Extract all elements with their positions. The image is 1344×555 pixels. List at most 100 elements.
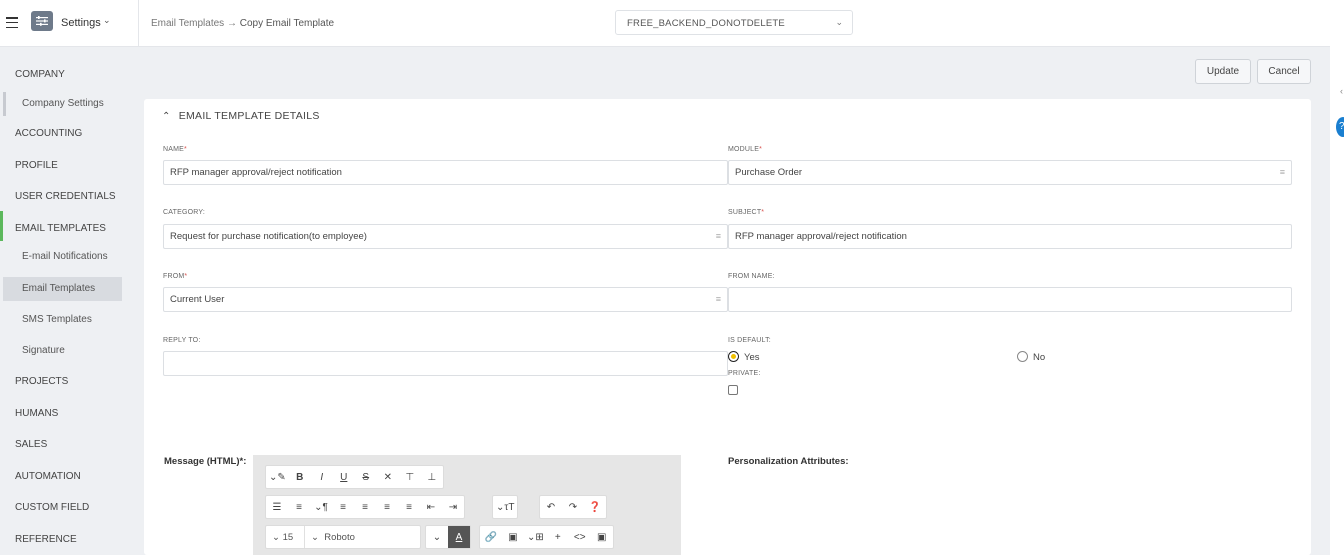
table-icon[interactable]: ⌄⊞ <box>524 526 547 548</box>
top-bar: Settings ⌄ Email Templates → Copy Email … <box>0 0 1330 47</box>
align-right-icon[interactable]: ≡ <box>376 496 398 518</box>
superscript-icon[interactable]: ⊤ <box>399 466 421 488</box>
chevron-down-icon[interactable]: ⌄ <box>103 15 111 26</box>
color-dropdown-icon[interactable]: ⌄ <box>426 526 448 548</box>
cancel-button[interactable]: Cancel <box>1257 59 1311 84</box>
from-value: Current User <box>170 294 225 305</box>
subject-field[interactable]: RFP manager approval/reject notification <box>728 224 1292 249</box>
message-html-label: Message (HTML)*: <box>164 456 247 467</box>
outdent-icon[interactable]: ⇤ <box>420 496 442 518</box>
sidebar-item-profile[interactable]: PROFILE <box>0 154 138 178</box>
sidebar-item-email-templates-sub[interactable]: Email Templates <box>3 277 122 301</box>
unordered-list-icon[interactable]: ☰ <box>266 496 288 518</box>
sidebar-item-sms-templates[interactable]: SMS Templates <box>3 308 122 332</box>
undo-icon[interactable]: ↶ <box>540 496 562 518</box>
email-template-details-panel: ⌃ EMAIL TEMPLATE DETAILS NAME* RFP manage… <box>144 99 1311 555</box>
private-label: PRIVATE: <box>728 370 761 377</box>
help-icon[interactable]: ❓ <box>584 496 606 518</box>
link-icon[interactable]: 🔗 <box>480 526 502 548</box>
toolbar-group-format: ⌄✎ B I U S ✕ ⊤ ⊥ <box>265 465 444 489</box>
breadcrumb-arrow-icon: → <box>226 18 237 29</box>
update-button[interactable]: Update <box>1195 59 1251 84</box>
chevron-down-icon: ⌄ <box>835 17 843 27</box>
select-handle-icon: ≡ <box>715 294 721 304</box>
subject-label: SUBJECT* <box>728 209 765 216</box>
sidebar-item-projects[interactable]: PROJECTS <box>0 370 138 394</box>
sidebar-item-email-templates[interactable]: EMAIL TEMPLATES <box>0 211 138 241</box>
code-view-icon[interactable]: <> <box>569 526 591 548</box>
fullscreen-icon[interactable]: ▣ <box>591 526 613 548</box>
section-title: EMAIL TEMPLATE DETAILS <box>178 110 320 122</box>
chevron-up-icon[interactable]: ⌃ <box>162 111 171 122</box>
redo-icon[interactable]: ↷ <box>562 496 584 518</box>
underline-button[interactable]: U <box>333 466 355 488</box>
right-edge-strip <box>1330 0 1344 555</box>
font-color-icon[interactable]: A <box>448 526 470 548</box>
name-label: NAME* <box>163 146 187 153</box>
strikethrough-button[interactable]: S <box>355 466 377 488</box>
settings-app-icon[interactable] <box>31 11 53 31</box>
help-bubble-icon[interactable]: ? <box>1336 117 1344 137</box>
is-default-no-radio[interactable] <box>1017 351 1028 362</box>
font-size-value: 15 <box>282 531 294 543</box>
reply-to-field[interactable] <box>163 351 728 376</box>
settings-menu-label[interactable]: Settings <box>61 17 101 29</box>
is-default-yes-radio[interactable] <box>728 351 739 362</box>
align-center-icon[interactable]: ≡ <box>354 496 376 518</box>
select-handle-icon: ≡ <box>1279 167 1285 177</box>
breadcrumb-parent[interactable]: Email Templates <box>151 18 224 29</box>
sidebar-item-signature[interactable]: Signature <box>3 339 122 363</box>
category-select[interactable]: Request for purchase notification(to emp… <box>163 224 728 249</box>
bold-button[interactable]: B <box>289 466 311 488</box>
module-select[interactable]: Purchase Order ≡ <box>728 160 1292 185</box>
section-header[interactable]: ⌃ EMAIL TEMPLATE DETAILS <box>162 110 320 122</box>
sidebar-item-company-settings[interactable]: Company Settings <box>3 92 122 116</box>
sidebar-item-humans[interactable]: HUMANS <box>0 402 138 426</box>
category-value: Request for purchase notification(to emp… <box>170 231 367 242</box>
breadcrumb-current: Copy Email Template <box>239 18 335 29</box>
category-label: CATEGORY: <box>163 209 205 216</box>
divider <box>138 0 139 47</box>
clear-format-icon[interactable]: ✕ <box>377 466 399 488</box>
no-label: No <box>1033 352 1046 363</box>
sidebar-item-sales[interactable]: SALES <box>0 433 138 457</box>
select-handle-icon: ≡ <box>715 231 721 241</box>
toolbar-group-history: ↶ ↷ ❓ <box>539 495 607 519</box>
text-size-icon[interactable]: ⌄τT <box>493 496 517 518</box>
image-icon[interactable]: ▣ <box>502 526 524 548</box>
sidebar-item-automation[interactable]: AUTOMATION <box>0 465 138 489</box>
from-name-label: FROM NAME: <box>728 273 775 280</box>
font-size-select[interactable]: ⌄ 15 <box>266 526 304 548</box>
reply-to-label: REPLY TO: <box>163 337 201 344</box>
from-name-field[interactable] <box>728 287 1292 312</box>
indent-icon[interactable]: ⇥ <box>442 496 464 518</box>
align-justify-icon[interactable]: ≡ <box>398 496 420 518</box>
name-field[interactable]: RFP manager approval/reject notification <box>163 160 728 185</box>
settings-sidebar: COMPANY Company Settings ACCOUNTING PROF… <box>0 48 138 555</box>
italic-button[interactable]: I <box>311 466 333 488</box>
sidebar-item-company[interactable]: COMPANY <box>0 63 138 87</box>
font-family-select[interactable]: ⌄ Roboto <box>304 526 420 548</box>
sidebar-item-reference[interactable]: REFERENCE <box>0 528 138 552</box>
environment-value: FREE_BACKEND_DONOTDELETE <box>627 18 785 29</box>
align-left-icon[interactable]: ≡ <box>332 496 354 518</box>
ordered-list-icon[interactable]: ≡ <box>288 496 310 518</box>
html-editor[interactable]: ⌄✎ B I U S ✕ ⊤ ⊥ ☰ ≡ ⌄¶ ≡ ≡ ≡ ≡ ⇤ ⇥ ⌄τT … <box>253 455 681 555</box>
is-default-label: IS DEFAULT: <box>728 337 771 344</box>
subscript-icon[interactable]: ⊥ <box>421 466 443 488</box>
sidebar-item-custom-field[interactable]: CUSTOM FIELD <box>0 496 138 520</box>
sidebar-item-user-credentials[interactable]: USER CREDENTIALS <box>0 185 138 209</box>
personalization-attributes-label: Personalization Attributes: <box>728 456 849 467</box>
sidebar-item-email-notifications[interactable]: E-mail Notifications <box>3 245 122 269</box>
sidebar-item-accounting[interactable]: ACCOUNTING <box>0 122 138 146</box>
hamburger-menu-icon[interactable] <box>6 17 18 28</box>
module-label: MODULE* <box>728 146 763 153</box>
from-select[interactable]: Current User ≡ <box>163 287 728 312</box>
toolbar-group-color: ⌄ A <box>425 525 471 549</box>
paragraph-style-icon[interactable]: ⌄¶ <box>310 496 332 518</box>
toolbar-group-paragraph: ☰ ≡ ⌄¶ ≡ ≡ ≡ ≡ ⇤ ⇥ <box>265 495 465 519</box>
insert-plus-icon[interactable]: + <box>547 526 569 548</box>
private-checkbox[interactable] <box>728 385 738 395</box>
highlight-color-button[interactable]: ⌄✎ <box>266 466 289 488</box>
environment-select[interactable]: FREE_BACKEND_DONOTDELETE ⌄ <box>615 10 853 35</box>
